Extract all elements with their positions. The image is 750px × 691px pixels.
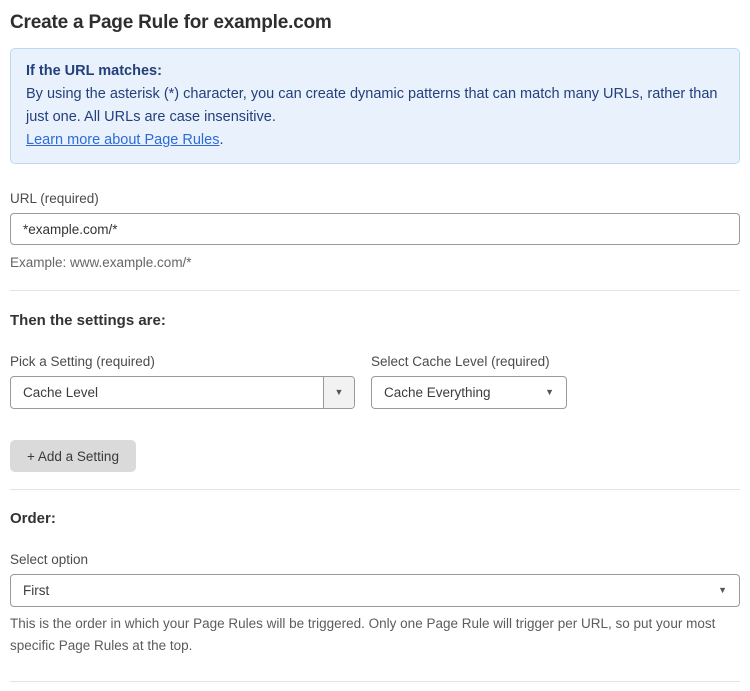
info-box-heading: If the URL matches:: [26, 63, 162, 79]
setting-picker-dropdown[interactable]: Cache Level ▼: [10, 376, 355, 409]
info-box-link-line: Learn more about Page Rules.: [26, 129, 724, 152]
divider: [10, 489, 740, 490]
url-matches-info-box: If the URL matches: By using the asteris…: [10, 48, 740, 164]
url-input[interactable]: [10, 213, 740, 245]
url-example-helper: Example: www.example.com/*: [10, 255, 192, 270]
cache-level-dropdown[interactable]: Cache Everything ▼: [371, 376, 567, 409]
order-helper-text: This is the order in which your Page Rul…: [10, 616, 716, 653]
url-field-label: URL (required): [10, 191, 99, 206]
chevron-down-icon: ▼: [334, 387, 344, 397]
divider: [10, 681, 740, 682]
order-dropdown[interactable]: First ▼: [10, 574, 740, 607]
page-title: Create a Page Rule for example.com: [10, 12, 332, 33]
page-rule-form: Create a Page Rule for example.com If th…: [0, 12, 750, 691]
dropdown-arrow-button[interactable]: ▼: [323, 377, 354, 408]
chevron-down-icon: ▼: [545, 387, 554, 397]
cache-level-value: Cache Everything: [384, 385, 491, 400]
order-value: First: [23, 583, 50, 598]
order-section-heading: Order:: [10, 510, 56, 527]
cache-level-picker-field: Select Cache Level (required) Cache Ever…: [371, 354, 567, 409]
link-suffix: .: [219, 132, 224, 148]
setting-picker-field: Pick a Setting (required) Cache Level ▼: [10, 354, 355, 409]
add-setting-button[interactable]: + Add a Setting: [10, 440, 136, 472]
learn-more-link[interactable]: Learn more about Page Rules: [26, 132, 219, 148]
settings-row: Pick a Setting (required) Cache Level ▼ …: [10, 354, 740, 409]
info-box-body: By using the asterisk (*) character, you…: [26, 86, 718, 125]
setting-picker-label: Pick a Setting (required): [10, 354, 155, 369]
cache-level-picker-label: Select Cache Level (required): [371, 354, 550, 369]
order-select-label: Select option: [10, 552, 89, 567]
divider: [10, 290, 740, 291]
chevron-down-icon: ▼: [718, 585, 727, 595]
settings-section-heading: Then the settings are:: [10, 312, 166, 329]
setting-picker-value: Cache Level: [23, 385, 99, 400]
